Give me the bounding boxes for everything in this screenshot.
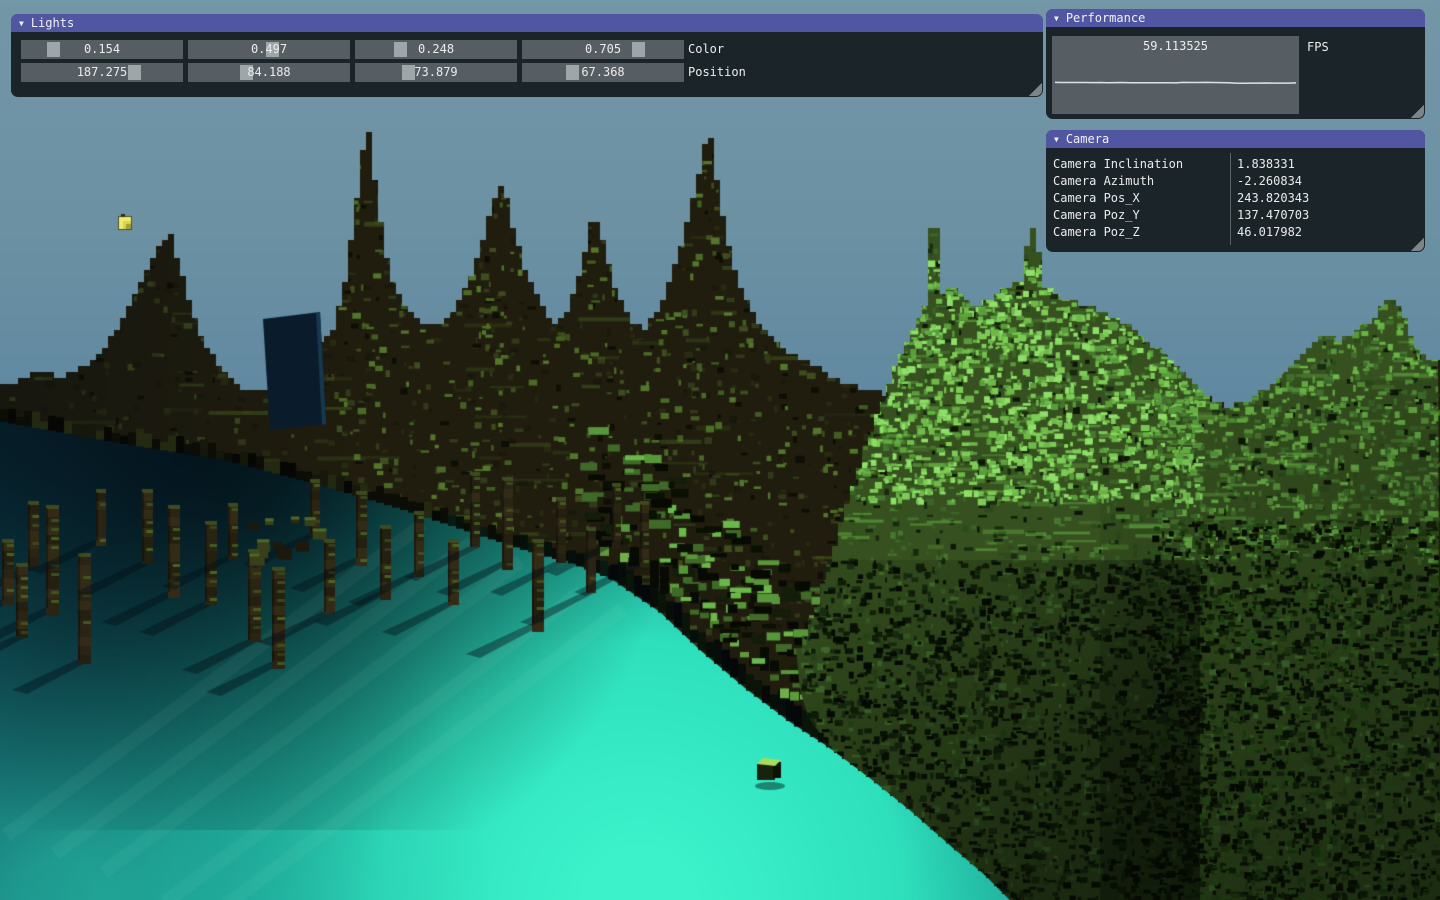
camera-row-label: Camera Poz_Y bbox=[1053, 207, 1140, 224]
camera-row-value: 46.017982 bbox=[1237, 224, 1302, 241]
resize-grip[interactable] bbox=[1410, 237, 1424, 251]
slider-value: 0.497 bbox=[188, 40, 350, 59]
camera-row-pos-z: Camera Poz_Z 46.017982 bbox=[1046, 224, 1425, 241]
panel-lights: ▼ Lights 0.154 0.497 0.248 0.705 Color 18… bbox=[11, 14, 1043, 97]
camera-row-label: Camera Inclination bbox=[1053, 156, 1183, 173]
camera-row-value: 137.470703 bbox=[1237, 207, 1309, 224]
camera-row-value: 1.838331 bbox=[1237, 156, 1295, 173]
camera-row-value: -2.260834 bbox=[1237, 173, 1302, 190]
slider-value: 67.368 bbox=[522, 63, 684, 82]
camera-row-pos-y: Camera Poz_Y 137.470703 bbox=[1046, 207, 1425, 224]
app-window: ▼ Lights 0.154 0.497 0.248 0.705 Color 18… bbox=[0, 0, 1440, 900]
light-color-slider-2[interactable]: 0.497 bbox=[188, 40, 350, 59]
light-color-row-label: Color bbox=[688, 40, 724, 59]
resize-grip[interactable] bbox=[1410, 104, 1424, 118]
panel-performance: ▼ Performance 59.113525 FPS bbox=[1046, 9, 1425, 119]
slider-value: 0.154 bbox=[21, 40, 183, 59]
camera-row-label: Camera Azimuth bbox=[1053, 173, 1154, 190]
panel-title: Lights bbox=[31, 16, 74, 30]
camera-row-pos-x: Camera Pos_X 243.820343 bbox=[1046, 190, 1425, 207]
fps-label: FPS bbox=[1307, 40, 1329, 54]
panel-lights-titlebar[interactable]: ▼ Lights bbox=[11, 14, 1043, 32]
slider-value: 0.248 bbox=[355, 40, 517, 59]
camera-row-label: Camera Pos_X bbox=[1053, 190, 1140, 207]
fps-value: 59.113525 bbox=[1052, 39, 1299, 53]
light-color-slider-1[interactable]: 0.154 bbox=[21, 40, 183, 59]
camera-row-label: Camera Poz_Z bbox=[1053, 224, 1140, 241]
panel-title: Performance bbox=[1066, 11, 1145, 25]
collapse-triangle-icon[interactable]: ▼ bbox=[1054, 131, 1059, 149]
slider-value: 0.705 bbox=[522, 40, 684, 59]
light-position-slider-4[interactable]: 67.368 bbox=[522, 63, 684, 82]
collapse-triangle-icon[interactable]: ▼ bbox=[1054, 10, 1059, 28]
slider-value: 73.879 bbox=[355, 63, 517, 82]
slider-value: 84.188 bbox=[188, 63, 350, 82]
camera-row-inclination: Camera Inclination 1.838331 bbox=[1046, 156, 1425, 173]
light-position-row-label: Position bbox=[688, 63, 746, 82]
collapse-triangle-icon[interactable]: ▼ bbox=[19, 15, 24, 33]
panel-performance-titlebar[interactable]: ▼ Performance bbox=[1046, 9, 1425, 27]
light-position-slider-2[interactable]: 84.188 bbox=[188, 63, 350, 82]
light-position-slider-3[interactable]: 73.879 bbox=[355, 63, 517, 82]
light-color-slider-4[interactable]: 0.705 bbox=[522, 40, 684, 59]
resize-grip[interactable] bbox=[1028, 82, 1042, 96]
light-color-slider-3[interactable]: 0.248 bbox=[355, 40, 517, 59]
panel-title: Camera bbox=[1066, 132, 1109, 146]
slider-value: 187.275 bbox=[21, 63, 183, 82]
panel-camera: ▼ Camera Camera Inclination 1.838331 Came… bbox=[1046, 130, 1425, 252]
light-position-slider-1[interactable]: 187.275 bbox=[21, 63, 183, 82]
camera-row-azimuth: Camera Azimuth -2.260834 bbox=[1046, 173, 1425, 190]
fps-graph: 59.113525 bbox=[1052, 36, 1299, 114]
camera-row-value: 243.820343 bbox=[1237, 190, 1309, 207]
panel-camera-titlebar[interactable]: ▼ Camera bbox=[1046, 130, 1425, 148]
